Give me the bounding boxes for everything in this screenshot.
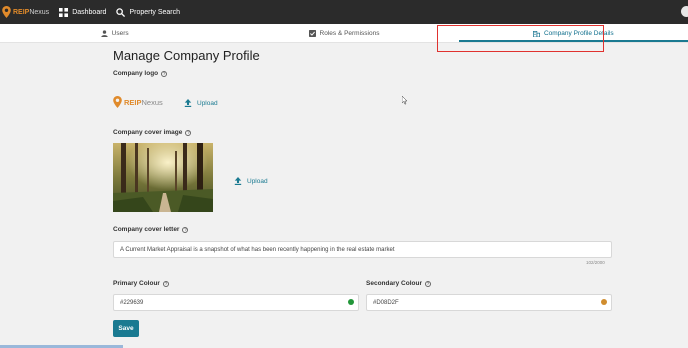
brand-logo[interactable]: REIPNexus [2, 0, 49, 24]
checkbox-icon [308, 29, 316, 37]
secondary-colour-label: Secondary Colour ? [366, 280, 431, 287]
nav-property-search-label: Property Search [129, 8, 181, 16]
brand-name: REIPNexus [13, 8, 50, 16]
secondary-colour-input[interactable]: #D08D2F [366, 294, 612, 311]
logo-text: REIPNexus [124, 97, 163, 107]
tab-users[interactable]: Users [0, 24, 229, 42]
secondary-colour-label-text: Secondary Colour [366, 280, 422, 287]
company-logo-label-text: Company logo [113, 70, 159, 77]
upload-icon [234, 177, 242, 185]
page-title: Manage Company Profile [113, 48, 260, 63]
company-logo-preview: REIPNexus [113, 96, 163, 108]
save-button[interactable]: Save [113, 320, 139, 337]
mouse-cursor-icon [402, 96, 408, 105]
logo-upload-label: Upload [197, 99, 218, 107]
settings-tabs: Users Roles & Permissions Company Profil… [0, 24, 688, 43]
primary-colour-value: #229639 [120, 299, 144, 306]
building-icon [532, 30, 540, 37]
tab-company-profile-details[interactable]: Company Profile Details [458, 24, 688, 42]
primary-colour-label: Primary Colour ? [113, 280, 169, 287]
help-icon[interactable]: ? [424, 280, 431, 287]
cover-image-label-text: Company cover image [113, 129, 183, 136]
tab-roles-permissions[interactable]: Roles & Permissions [229, 24, 458, 42]
grid-icon [59, 7, 69, 17]
cover-image-preview [113, 143, 213, 212]
nav-property-search[interactable]: Property Search [116, 7, 181, 17]
cover-upload-label: Upload [247, 177, 268, 185]
primary-colour-input[interactable]: #229639 [113, 294, 359, 311]
tab-users-label: Users [111, 29, 129, 37]
secondary-colour-swatch[interactable] [601, 299, 607, 305]
company-logo-label: Company logo ? [113, 70, 168, 77]
search-icon [116, 7, 126, 17]
cover-letter-label: Company cover letter ? [113, 226, 189, 233]
tab-roles-permissions-label: Roles & Permissions [319, 29, 380, 37]
tab-company-profile-details-label: Company Profile Details [543, 29, 614, 37]
location-pin-icon [113, 96, 122, 108]
cover-image-label: Company cover image ? [113, 129, 192, 136]
primary-colour-label-text: Primary Colour [113, 280, 160, 287]
help-icon[interactable]: ? [162, 280, 169, 287]
cover-letter-char-count: 102/2000 [586, 260, 605, 265]
user-icon [101, 29, 108, 37]
nav-dashboard-label: Dashboard [72, 8, 107, 16]
cover-upload-button[interactable]: Upload [234, 177, 268, 185]
upload-icon [184, 99, 192, 107]
help-icon[interactable]: ? [161, 70, 168, 77]
location-pin-icon [2, 6, 11, 18]
forest-path-image [113, 143, 213, 212]
nav-dashboard[interactable]: Dashboard [59, 7, 107, 17]
help-icon[interactable]: ? [182, 226, 189, 233]
user-avatar[interactable] [681, 6, 688, 17]
logo-upload-button[interactable]: Upload [184, 99, 218, 107]
top-navbar: REIPNexus Dashboard Property Search [0, 0, 688, 24]
help-icon[interactable]: ? [185, 129, 192, 136]
cover-letter-label-text: Company cover letter [113, 226, 180, 233]
cover-letter-input[interactable]: A Current Market Appraisal is a snapshot… [113, 241, 612, 258]
secondary-colour-value: #D08D2F [373, 299, 399, 306]
primary-colour-swatch[interactable] [348, 299, 354, 305]
cover-letter-value: A Current Market Appraisal is a snapshot… [120, 246, 395, 253]
